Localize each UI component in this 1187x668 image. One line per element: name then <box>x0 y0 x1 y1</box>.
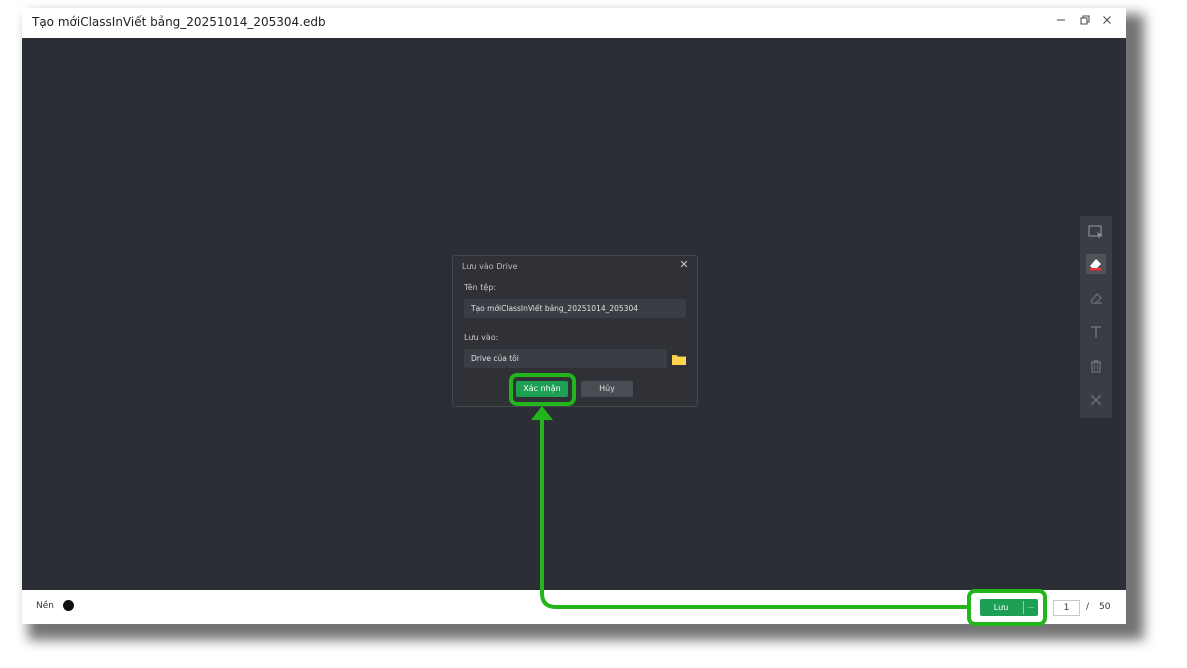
whiteboard-canvas[interactable]: Lưu vào Drive ✕ Tên tệp: Tạo mớiClassInV… <box>22 38 1126 590</box>
cancel-button[interactable]: Hủy <box>581 381 633 397</box>
save-button[interactable]: Lưu <box>980 599 1022 616</box>
title-bar: Tạo mớiClassInViết bảng_20251014_205304.… <box>22 8 1126 38</box>
save-button-group: Lưu ... <box>980 599 1038 616</box>
minimize-icon[interactable] <box>1050 12 1072 30</box>
window-title: Tạo mớiClassInViết bảng_20251014_205304.… <box>32 15 326 29</box>
eraser-icon[interactable] <box>1086 288 1106 308</box>
location-label: Lưu vào: <box>464 333 499 342</box>
filename-field[interactable]: Tạo mớiClassInViết bảng_20251014_205304 <box>464 299 686 318</box>
dialog-close-icon[interactable]: ✕ <box>677 258 691 272</box>
clear-icon[interactable] <box>1086 390 1106 410</box>
filename-label: Tên tệp: <box>464 283 497 292</box>
folder-icon[interactable] <box>672 352 686 365</box>
app-window: Tạo mớiClassInViết bảng_20251014_205304.… <box>22 8 1126 624</box>
select-cursor-icon[interactable] <box>1086 222 1106 242</box>
background-label: Nền <box>36 601 54 611</box>
page-number-input[interactable]: 1 <box>1053 600 1080 616</box>
save-to-drive-dialog: Lưu vào Drive ✕ Tên tệp: Tạo mớiClassInV… <box>452 255 698 407</box>
background-color-swatch[interactable] <box>63 600 74 611</box>
tool-palette <box>1080 216 1112 418</box>
page-total: 50 <box>1099 602 1111 612</box>
close-icon[interactable] <box>1096 12 1118 30</box>
text-icon[interactable] <box>1086 322 1106 342</box>
page-separator: / <box>1086 602 1090 612</box>
pen-icon[interactable] <box>1086 254 1106 274</box>
location-field[interactable]: Drive của tôi <box>464 349 667 368</box>
save-more-button[interactable]: ... <box>1023 601 1038 614</box>
confirm-button[interactable]: Xác nhận <box>516 381 568 397</box>
restore-icon[interactable] <box>1074 12 1096 30</box>
dialog-title: Lưu vào Drive <box>462 262 518 271</box>
bottom-bar: Nền Lưu ... 1 / 50 <box>22 590 1126 624</box>
trash-icon[interactable] <box>1086 356 1106 376</box>
